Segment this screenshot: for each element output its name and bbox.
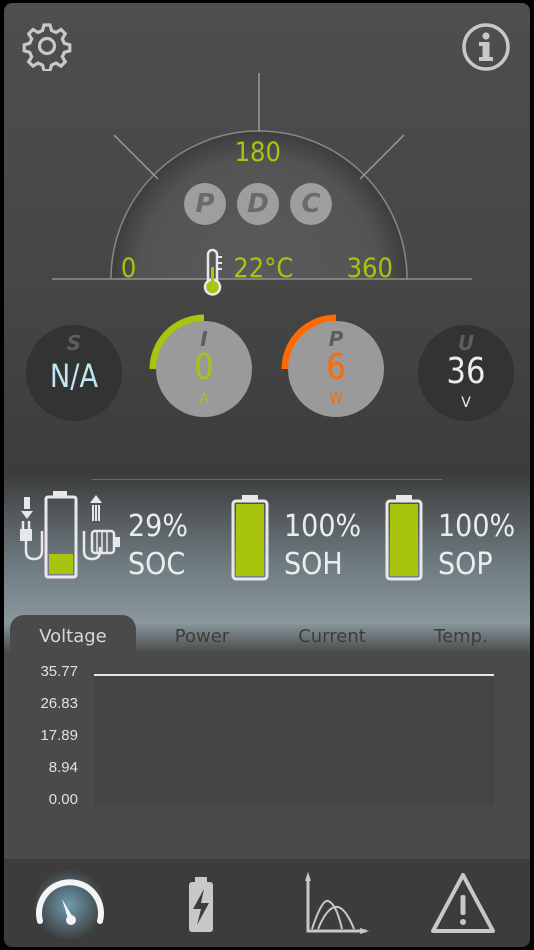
- bottom-nav: [4, 859, 530, 947]
- y-tick-label: 17.89: [40, 727, 78, 744]
- nav-battery-button[interactable]: [135, 859, 266, 947]
- y-tick-label: 35.77: [40, 663, 78, 680]
- divider: [92, 479, 442, 480]
- charge-discharge-icon: [20, 491, 120, 579]
- phone-frame: 180 0 360 P D C 22°C S N/A I 0 A P 6 W U…: [0, 0, 534, 950]
- soh-battery-icon: [231, 495, 269, 581]
- nav-dashboard-button[interactable]: [4, 859, 135, 947]
- meter-p: P 6 W: [281, 314, 384, 417]
- meter-u-value: 36: [446, 351, 486, 392]
- soh-value: 100%: [284, 509, 362, 544]
- tab-temp[interactable]: Temp.: [398, 615, 524, 655]
- soc-value: 29%: [128, 509, 189, 544]
- tab-power[interactable]: Power: [138, 615, 266, 655]
- mode-d-button[interactable]: D: [237, 183, 279, 225]
- sop-battery-icon: [385, 495, 423, 581]
- gauge-scale-max: 360: [346, 253, 393, 284]
- soh-label: SOH: [284, 547, 343, 582]
- meter-p-value: 6: [326, 347, 346, 388]
- chart-plot-bg: [94, 675, 494, 805]
- meter-s-letter: S: [66, 331, 82, 355]
- thermometer-icon: [203, 248, 222, 296]
- sop-fill: [390, 504, 418, 576]
- y-tick-label: 8.94: [48, 759, 78, 776]
- mode-p-button[interactable]: P: [184, 183, 226, 225]
- gauge-tick-right: [359, 134, 405, 180]
- gauge-tick-left: [113, 134, 159, 180]
- temperature-value: 22°C: [233, 253, 294, 284]
- meter-u: U 36 V: [418, 325, 514, 421]
- meter-u-unit: V: [461, 395, 471, 411]
- gauge-scale-min: 0: [120, 253, 137, 284]
- meter-i-value: 0: [194, 347, 214, 388]
- tab-current[interactable]: Current: [268, 615, 396, 655]
- meter-s: S N/A: [26, 325, 122, 421]
- y-tick-label: 26.83: [40, 695, 78, 712]
- meter-i: I 0 A: [149, 314, 252, 417]
- soc-label: SOC: [128, 547, 186, 582]
- meter-i-unit: A: [199, 391, 209, 407]
- nav-warning-button[interactable]: [397, 859, 528, 947]
- dashboard-icon: [33, 869, 105, 941]
- meter-s-value: N/A: [49, 357, 99, 395]
- nav-chart-button[interactable]: [266, 859, 397, 947]
- meter-p-unit: W: [329, 391, 343, 407]
- mode-c-button[interactable]: C: [290, 183, 332, 225]
- gauge-scale-mid: 180: [234, 137, 281, 168]
- warning-icon: [431, 873, 495, 933]
- chart-plot: [94, 674, 494, 805]
- y-tick-label: 0.00: [48, 791, 78, 808]
- app-screen: 180 0 360 P D C 22°C S N/A I 0 A P 6 W U…: [4, 3, 530, 947]
- soh-fill: [236, 504, 264, 576]
- soc-fill: [49, 554, 73, 574]
- voltage-chart: 35.77 26.83 17.89 8.94 0.00: [4, 653, 530, 859]
- chart-icon: [305, 871, 370, 934]
- battery-icon: [189, 877, 213, 932]
- sop-value: 100%: [438, 509, 516, 544]
- tab-voltage[interactable]: Voltage: [10, 615, 136, 655]
- sop-label: SOP: [438, 547, 493, 582]
